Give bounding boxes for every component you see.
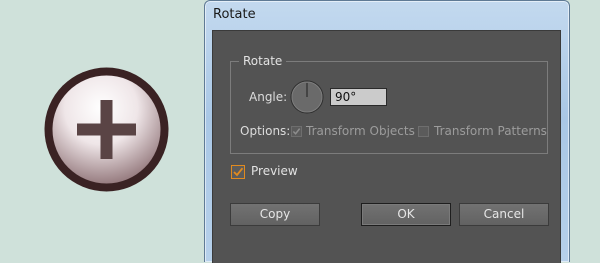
transform-objects-label: Transform Objects (306, 124, 415, 138)
angle-input[interactable]: 90° (330, 88, 387, 106)
rotate-dialog-window: Rotate Rotate Angle: 90° Options: Transf… (204, 0, 570, 263)
cancel-button[interactable]: Cancel (459, 203, 549, 226)
transform-objects-checkbox[interactable] (291, 126, 302, 137)
plus-circle-icon (44, 67, 169, 192)
angle-dial-icon[interactable] (290, 80, 324, 114)
rotate-group: Rotate (230, 53, 548, 154)
transform-patterns-label: Transform Patterns (434, 124, 547, 138)
options-label: Options: (240, 124, 291, 138)
preview-checkbox[interactable] (231, 165, 245, 179)
transform-patterns-checkbox[interactable] (418, 126, 429, 137)
copy-button[interactable]: Copy (230, 203, 320, 226)
check-icon (292, 128, 301, 135)
preview-label: Preview (251, 164, 298, 178)
dialog-body: Rotate Angle: 90° Options: Transform Obj… (212, 30, 561, 263)
angle-label: Angle: (249, 90, 288, 104)
window-title: Rotate (213, 7, 256, 22)
rotate-group-label: Rotate (239, 53, 287, 69)
ok-button[interactable]: OK (361, 203, 451, 226)
check-icon (233, 167, 244, 177)
